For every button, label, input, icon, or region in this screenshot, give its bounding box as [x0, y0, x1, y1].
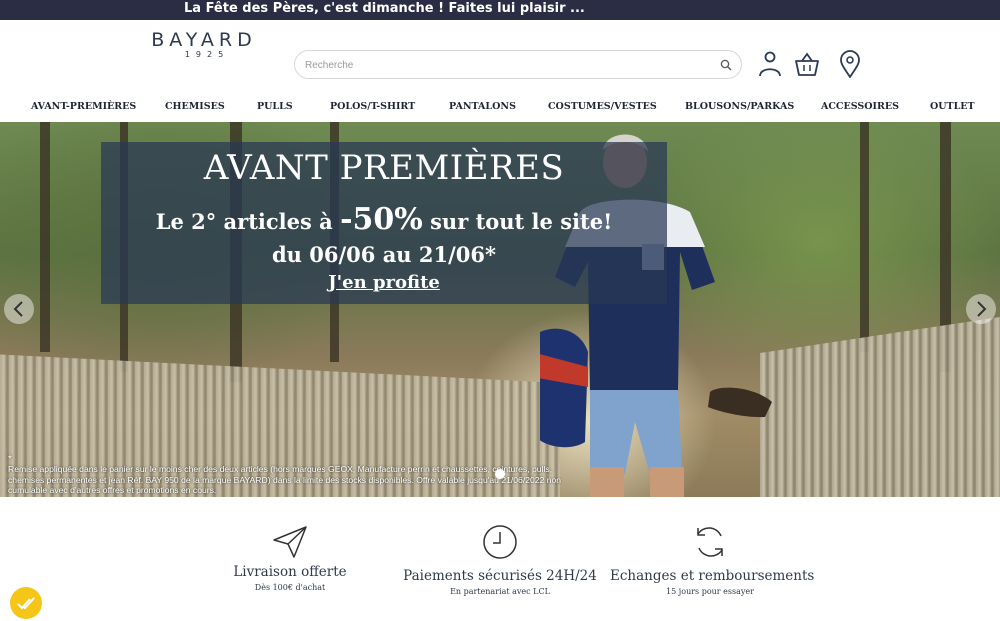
- location-pin-icon[interactable]: [837, 50, 863, 78]
- main-nav: AVANT-PREMIÈRES CHEMISES PULLS POLOS/T-S…: [0, 96, 1000, 122]
- announcement-bar: La Fête des Pères, c'est dimanche ! Fait…: [0, 0, 1000, 20]
- carousel-prev-button[interactable]: [4, 294, 34, 324]
- disclaimer-star: *: [8, 454, 12, 465]
- feature-subtitle: En partenariat avec LCL: [450, 587, 550, 596]
- feature-title: Livraison offerte: [233, 564, 347, 580]
- nav-item-outlet[interactable]: OUTLET: [930, 101, 975, 112]
- chevron-left-icon: [13, 301, 23, 317]
- hero-banner[interactable]: AVANT PREMIÈRES Le 2° articles à -50% su…: [0, 122, 1000, 497]
- nav-item-polos[interactable]: POLOS/T-SHIRT: [330, 101, 415, 112]
- promo-overlay: AVANT PREMIÈRES Le 2° articles à -50% su…: [101, 142, 667, 304]
- features-strip: Livraison offerte Dès 100€ d'achat Paiem…: [0, 497, 1000, 621]
- search-input[interactable]: [305, 55, 705, 75]
- feature-title: Paiements sécurisés 24H/24: [403, 568, 597, 584]
- promo-cta-link[interactable]: J'en profite: [101, 272, 667, 293]
- cookie-consent-button[interactable]: [10, 587, 42, 619]
- wooden-fence: [760, 317, 1000, 497]
- promo-offer-suffix: sur tout le site!: [422, 209, 613, 234]
- carousel-dot[interactable]: [495, 469, 505, 479]
- paper-plane-icon: [273, 526, 307, 558]
- nav-item-pantalons[interactable]: PANTALONS: [449, 101, 516, 112]
- nav-item-avant-premieres[interactable]: AVANT-PREMIÈRES: [31, 101, 136, 112]
- basket-icon[interactable]: [794, 50, 820, 78]
- tree-trunk: [860, 122, 869, 352]
- refresh-icon: [697, 527, 723, 557]
- promo-discount: -50%: [340, 202, 423, 237]
- carousel-next-button[interactable]: [966, 294, 996, 324]
- checkmarks-icon: [17, 597, 35, 610]
- search-bar: [294, 50, 742, 79]
- nav-item-blousons[interactable]: BLOUSONS/PARKAS: [685, 101, 794, 112]
- brand-logo[interactable]: BAYARD 1925: [134, 30, 274, 60]
- search-icon[interactable]: [720, 59, 732, 71]
- nav-item-pulls[interactable]: PULLS: [257, 101, 293, 112]
- feature-title: Echanges et remboursements: [610, 568, 815, 584]
- promo-dates: du 06/06 au 21/06*: [272, 242, 496, 267]
- feature-subtitle: Dès 100€ d'achat: [254, 583, 326, 592]
- brand-name: BAYARD: [151, 29, 257, 51]
- promo-offer-prefix: Le 2° articles à: [155, 209, 341, 234]
- clock-icon: [483, 525, 517, 559]
- brand-year: 1925: [184, 50, 230, 59]
- feature-subtitle: 15 jours pour essayer: [666, 587, 754, 596]
- nav-item-chemises[interactable]: CHEMISES: [165, 101, 225, 112]
- nav-item-accessoires[interactable]: ACCESSOIRES: [821, 101, 899, 112]
- promo-offer: Le 2° articles à -50% sur tout le site!: [101, 202, 667, 237]
- tree-trunk: [40, 122, 50, 352]
- chevron-right-icon: [977, 301, 987, 317]
- nav-item-costumes[interactable]: COSTUMES/VESTES: [548, 101, 657, 112]
- promo-disclaimer: * Remise appliquée dans le panier sur le…: [8, 454, 578, 496]
- announcement-text[interactable]: La Fête des Pères, c'est dimanche ! Fait…: [184, 1, 585, 16]
- promo-title: AVANT PREMIÈRES: [203, 148, 565, 188]
- user-icon[interactable]: [757, 50, 783, 78]
- disclaimer-text: Remise appliquée dans le panier sur le m…: [8, 464, 562, 495]
